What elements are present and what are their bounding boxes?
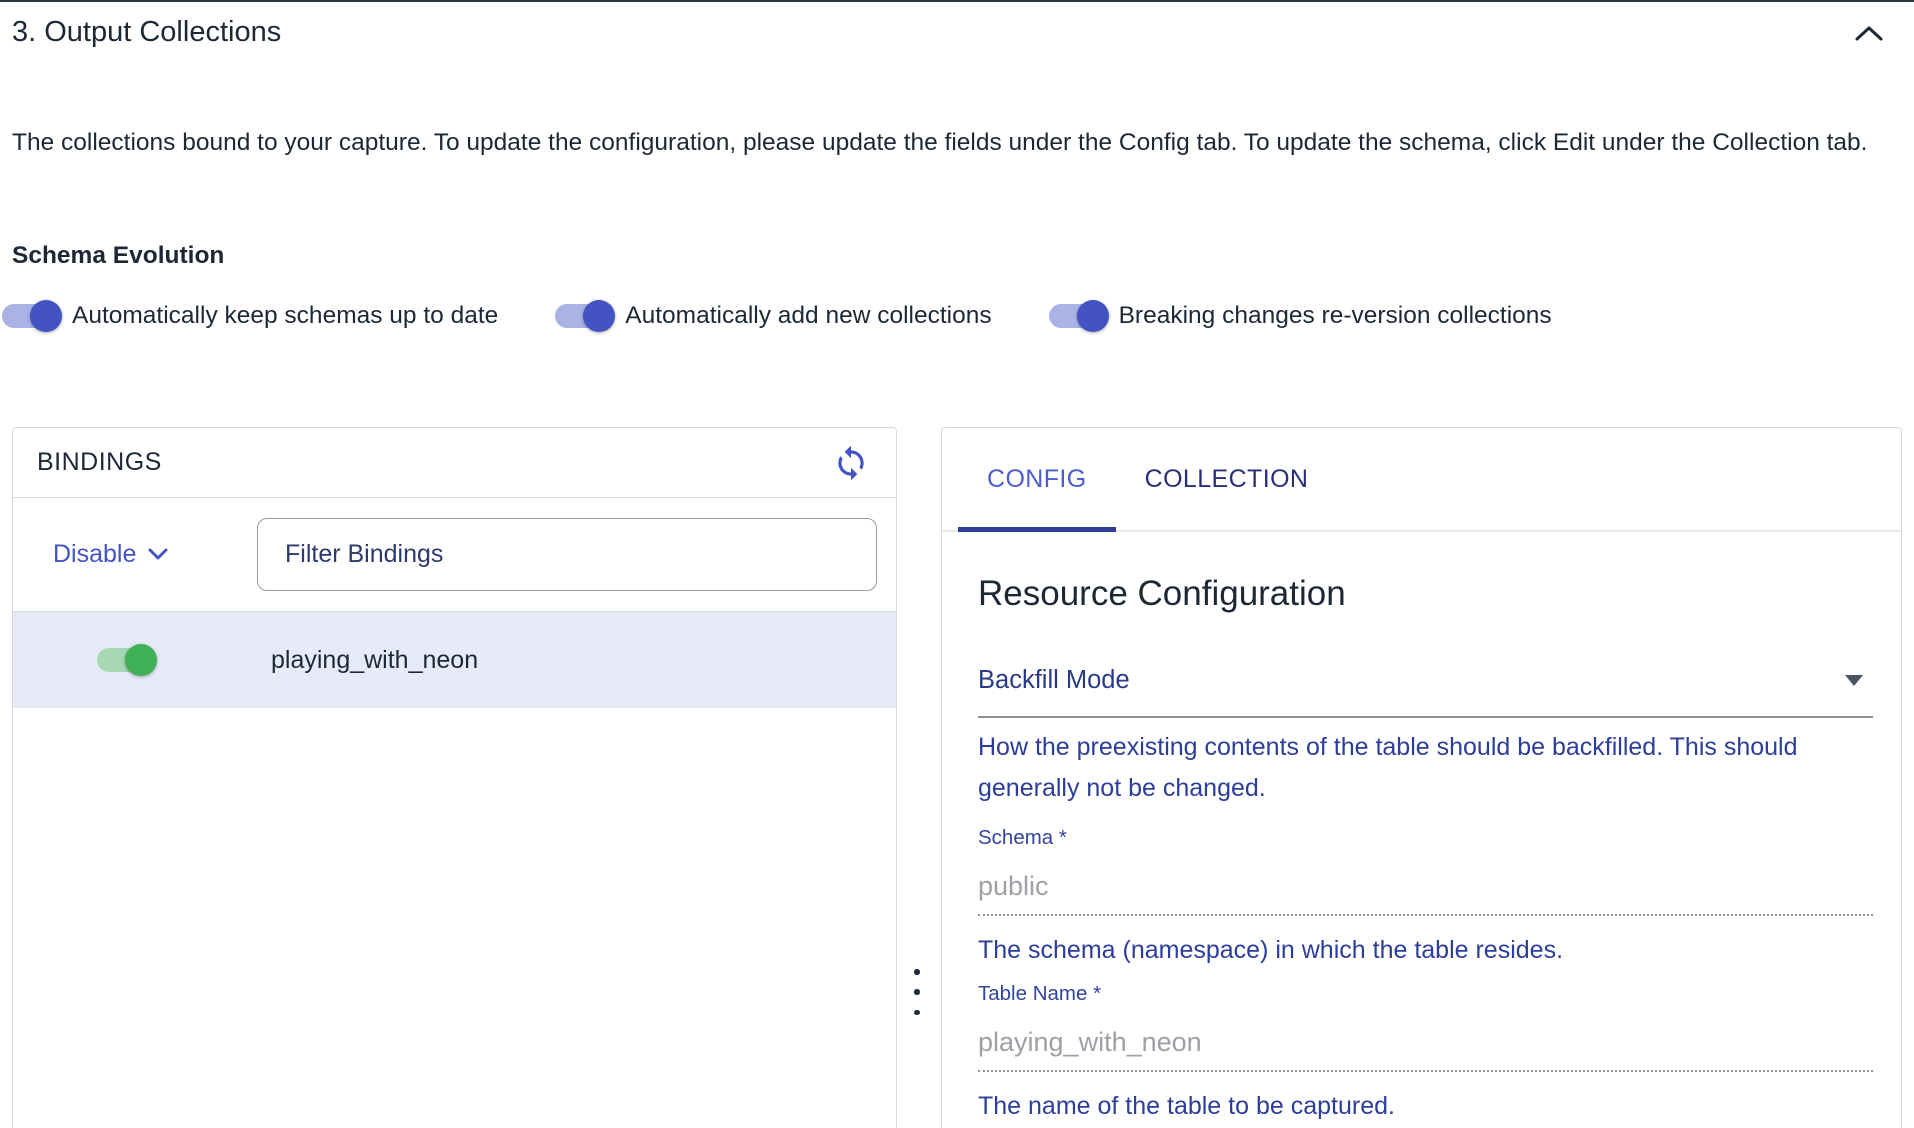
- table-name-field-description: The name of the table to be captured.: [978, 1092, 1873, 1121]
- binding-editor-panel: CONFIG COLLECTION Resource Configuration…: [941, 427, 1902, 1128]
- chevron-up-icon: [1854, 24, 1884, 42]
- toggle-keep-schemas: Automatically keep schemas up to date: [0, 296, 498, 336]
- chevron-down-icon: [148, 548, 168, 561]
- tab-collection[interactable]: COLLECTION: [1116, 428, 1338, 530]
- dot: [914, 989, 920, 995]
- tab-config[interactable]: CONFIG: [958, 428, 1116, 530]
- bindings-title: BINDINGS: [37, 448, 162, 477]
- toggle-thumb: [30, 300, 62, 332]
- disable-dropdown-button[interactable]: Disable: [53, 540, 168, 569]
- backfill-mode-description: How the preexisting contents of the tabl…: [978, 727, 1873, 809]
- toggle-label: Breaking changes re-version collections: [1119, 302, 1552, 330]
- bindings-controls: Disable: [13, 498, 896, 612]
- toggle-add-collections: Automatically add new collections: [553, 296, 991, 336]
- dropdown-arrow-icon: [1845, 675, 1863, 686]
- backfill-select-underline: [978, 716, 1873, 718]
- panel-resize-handle[interactable]: [907, 969, 927, 1015]
- binding-name: playing_with_neon: [271, 646, 478, 675]
- dot: [914, 1010, 920, 1016]
- table-name-field: Table Name * playing_with_neon The name …: [978, 982, 1873, 1121]
- breaking-changes-toggle[interactable]: [1047, 296, 1111, 336]
- schema-evolution-label: Schema Evolution: [12, 242, 224, 270]
- schema-field-label: Schema *: [978, 826, 1873, 850]
- binding-enabled-toggle[interactable]: [95, 640, 159, 680]
- keep-schemas-toggle[interactable]: [0, 296, 64, 336]
- dot: [914, 969, 920, 975]
- schema-field-underline: [978, 914, 1873, 916]
- table-name-field-value[interactable]: playing_with_neon: [978, 1027, 1873, 1058]
- editor-content: Resource Configuration Backfill Mode How…: [942, 574, 1901, 1121]
- schema-evolution-toggles: Automatically keep schemas up to date Au…: [0, 296, 1607, 336]
- add-collections-toggle[interactable]: [553, 296, 617, 336]
- toggle-thumb: [583, 300, 615, 332]
- refresh-icon: [832, 444, 870, 482]
- resource-configuration-heading: Resource Configuration: [978, 574, 1873, 614]
- filter-bindings-input[interactable]: [257, 518, 877, 591]
- refresh-bindings-button[interactable]: [830, 442, 872, 484]
- table-name-field-underline: [978, 1070, 1873, 1072]
- output-collections-section: 3. Output Collections The collections bo…: [0, 0, 1914, 1128]
- section-top-divider: [0, 0, 1914, 2]
- backfill-mode-select[interactable]: Backfill Mode: [978, 666, 1873, 695]
- schema-field: Schema * public The schema (namespace) i…: [978, 826, 1873, 965]
- schema-field-description: The schema (namespace) in which the tabl…: [978, 936, 1873, 965]
- backfill-mode-label: Backfill Mode: [978, 666, 1130, 695]
- section-description: The collections bound to your capture. T…: [12, 121, 1870, 164]
- toggle-thumb: [125, 644, 157, 676]
- table-name-field-label: Table Name *: [978, 982, 1873, 1006]
- binding-list-item[interactable]: playing_with_neon: [13, 612, 896, 708]
- disable-label: Disable: [53, 540, 136, 569]
- section-header: 3. Output Collections: [12, 16, 1888, 49]
- schema-field-value[interactable]: public: [978, 871, 1873, 902]
- toggle-breaking-changes: Breaking changes re-version collections: [1047, 296, 1552, 336]
- editor-tabs: CONFIG COLLECTION: [942, 428, 1901, 532]
- toggle-label: Automatically keep schemas up to date: [72, 302, 498, 330]
- toggle-thumb: [1077, 300, 1109, 332]
- section-title: 3. Output Collections: [12, 16, 281, 49]
- bindings-panel: BINDINGS Disable playing_with_neon: [12, 427, 897, 1128]
- toggle-label: Automatically add new collections: [625, 302, 991, 330]
- collapse-section-button[interactable]: [1850, 20, 1888, 46]
- bindings-panel-header: BINDINGS: [13, 428, 896, 498]
